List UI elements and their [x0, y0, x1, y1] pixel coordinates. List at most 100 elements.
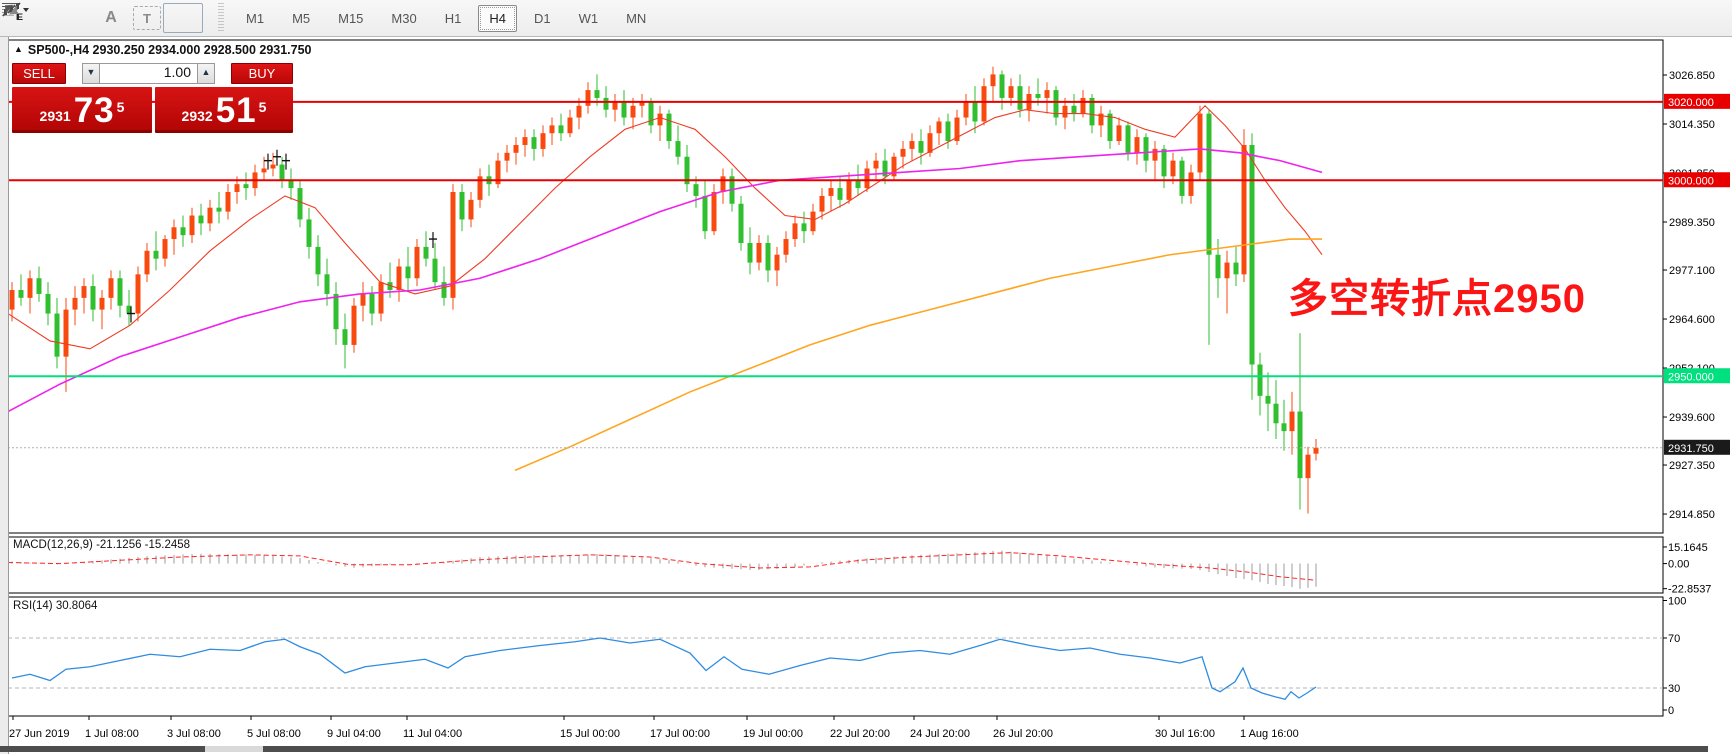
text-label-icon[interactable]: A [91, 3, 131, 33]
candlestick [937, 121, 942, 133]
candlestick [307, 219, 312, 246]
candlestick [1072, 106, 1077, 114]
volume-decrease-button[interactable]: ▼ [82, 63, 100, 84]
chart-title: ▲ SP500-,H4 2930.250 2934.000 2928.500 2… [14, 43, 312, 57]
volume-increase-button[interactable]: ▲ [197, 63, 215, 84]
time-axis-label: 27 Jun 2019 [9, 728, 70, 740]
candlestick [163, 239, 168, 259]
candlestick [154, 251, 159, 259]
hscrollbar-left[interactable] [0, 746, 205, 752]
candlestick [1242, 145, 1247, 274]
candlestick [262, 168, 267, 172]
candlestick [46, 294, 51, 314]
candlestick [514, 145, 519, 153]
buy-button[interactable]: BUY [231, 63, 293, 84]
mt4-terminal: { "toolbar": { "icons": [ {"name": "expe… [0, 0, 1732, 754]
candlestick [847, 180, 852, 200]
sell-button[interactable]: SELL [12, 63, 66, 84]
candlestick [1063, 106, 1068, 118]
candlestick [1314, 448, 1319, 454]
candlestick [1216, 255, 1221, 279]
hscrollbar-thumb[interactable] [263, 746, 1708, 752]
price-axis-label: 3026.850 [1669, 70, 1715, 82]
rsi-panel[interactable] [8, 597, 1663, 716]
price-axis-label: 3014.350 [1669, 119, 1715, 131]
volume-input[interactable]: 1.00 [99, 63, 198, 84]
time-axis-label: 11 Jul 04:00 [403, 728, 462, 740]
macd-axis-label: -22.8537 [1668, 584, 1711, 596]
arrows-objects-icon[interactable] [163, 3, 203, 33]
timeframe-M15[interactable]: M15 [327, 5, 374, 32]
candlestick [1298, 412, 1303, 479]
candlestick [505, 153, 510, 161]
candlestick [1081, 98, 1086, 114]
candlestick [1180, 161, 1185, 196]
candlestick [721, 176, 726, 192]
candlestick [208, 208, 213, 224]
timeframe-M5[interactable]: M5 [281, 5, 321, 32]
indicator-grid-icon[interactable]: F [49, 3, 89, 33]
candlestick [1045, 90, 1050, 98]
timeframe-W1[interactable]: W1 [568, 5, 610, 32]
candlestick [1189, 172, 1194, 196]
candlestick [739, 204, 744, 243]
candlestick [703, 196, 708, 231]
candlestick [550, 125, 555, 133]
time-axis-label: 5 Jul 08:00 [247, 728, 301, 740]
price-axis-label: 2927.350 [1669, 460, 1715, 472]
candlestick [1234, 263, 1239, 275]
time-axis-label: 19 Jul 00:00 [743, 728, 803, 740]
top-toolbar: E F A T M1M5M15M30H1H4D1W1MN [0, 0, 1732, 37]
candlestick [1117, 125, 1122, 141]
candlestick [406, 266, 411, 278]
price-axis-label: 2964.600 [1669, 314, 1715, 326]
timeframe-D1[interactable]: D1 [523, 5, 562, 32]
candlestick [136, 274, 141, 313]
candlestick [469, 200, 474, 220]
candlestick [64, 310, 69, 357]
candlestick [244, 184, 249, 188]
candlestick [460, 192, 465, 219]
sell-price-box[interactable]: 2931 73 5 [12, 87, 152, 133]
text-box-icon[interactable]: T [133, 6, 161, 30]
candlestick [901, 149, 906, 157]
candlestick [532, 137, 537, 149]
buy-price-big: 51 [216, 94, 257, 127]
hscrollbar-gap[interactable] [205, 746, 263, 752]
timeframe-H1[interactable]: H1 [434, 5, 473, 32]
candlestick [604, 98, 609, 110]
candlestick [217, 208, 222, 212]
price-badge-label: 2950.000 [1668, 371, 1714, 383]
candlestick [1225, 263, 1230, 279]
candlestick [1108, 114, 1113, 141]
time-axis-label: 26 Jul 20:00 [993, 728, 1053, 740]
candlestick [838, 188, 843, 200]
candlestick [1306, 455, 1311, 479]
candlestick [748, 243, 753, 263]
candlestick [829, 188, 834, 196]
sell-price-prefix: 2931 [40, 105, 71, 127]
timeframe-MN[interactable]: MN [615, 5, 657, 32]
macd-panel[interactable] [8, 537, 1663, 593]
candlestick [856, 180, 861, 188]
candlestick [1258, 364, 1263, 395]
timeframe-M1[interactable]: M1 [235, 5, 275, 32]
candlestick [865, 168, 870, 188]
candlestick [19, 290, 24, 298]
candlestick [1018, 86, 1023, 110]
rsi-label: RSI(14) 30.8064 [13, 600, 97, 612]
candlestick [910, 141, 915, 149]
price-axis-label: 2989.350 [1669, 217, 1715, 229]
candlestick [811, 212, 816, 232]
candlestick [1162, 149, 1167, 176]
candlestick [118, 278, 123, 305]
macd-label: MACD(12,26,9) -21.1256 -15.2458 [13, 539, 190, 551]
candlestick [181, 227, 186, 235]
timeframe-M30[interactable]: M30 [380, 5, 427, 32]
time-axis-label: 22 Jul 20:00 [830, 728, 890, 740]
candlestick [712, 192, 717, 231]
candlestick [100, 298, 105, 310]
timeframe-H4[interactable]: H4 [478, 5, 517, 32]
collapse-arrow-icon[interactable]: ▲ [14, 44, 23, 54]
buy-price-box[interactable]: 2932 51 5 [155, 87, 293, 133]
